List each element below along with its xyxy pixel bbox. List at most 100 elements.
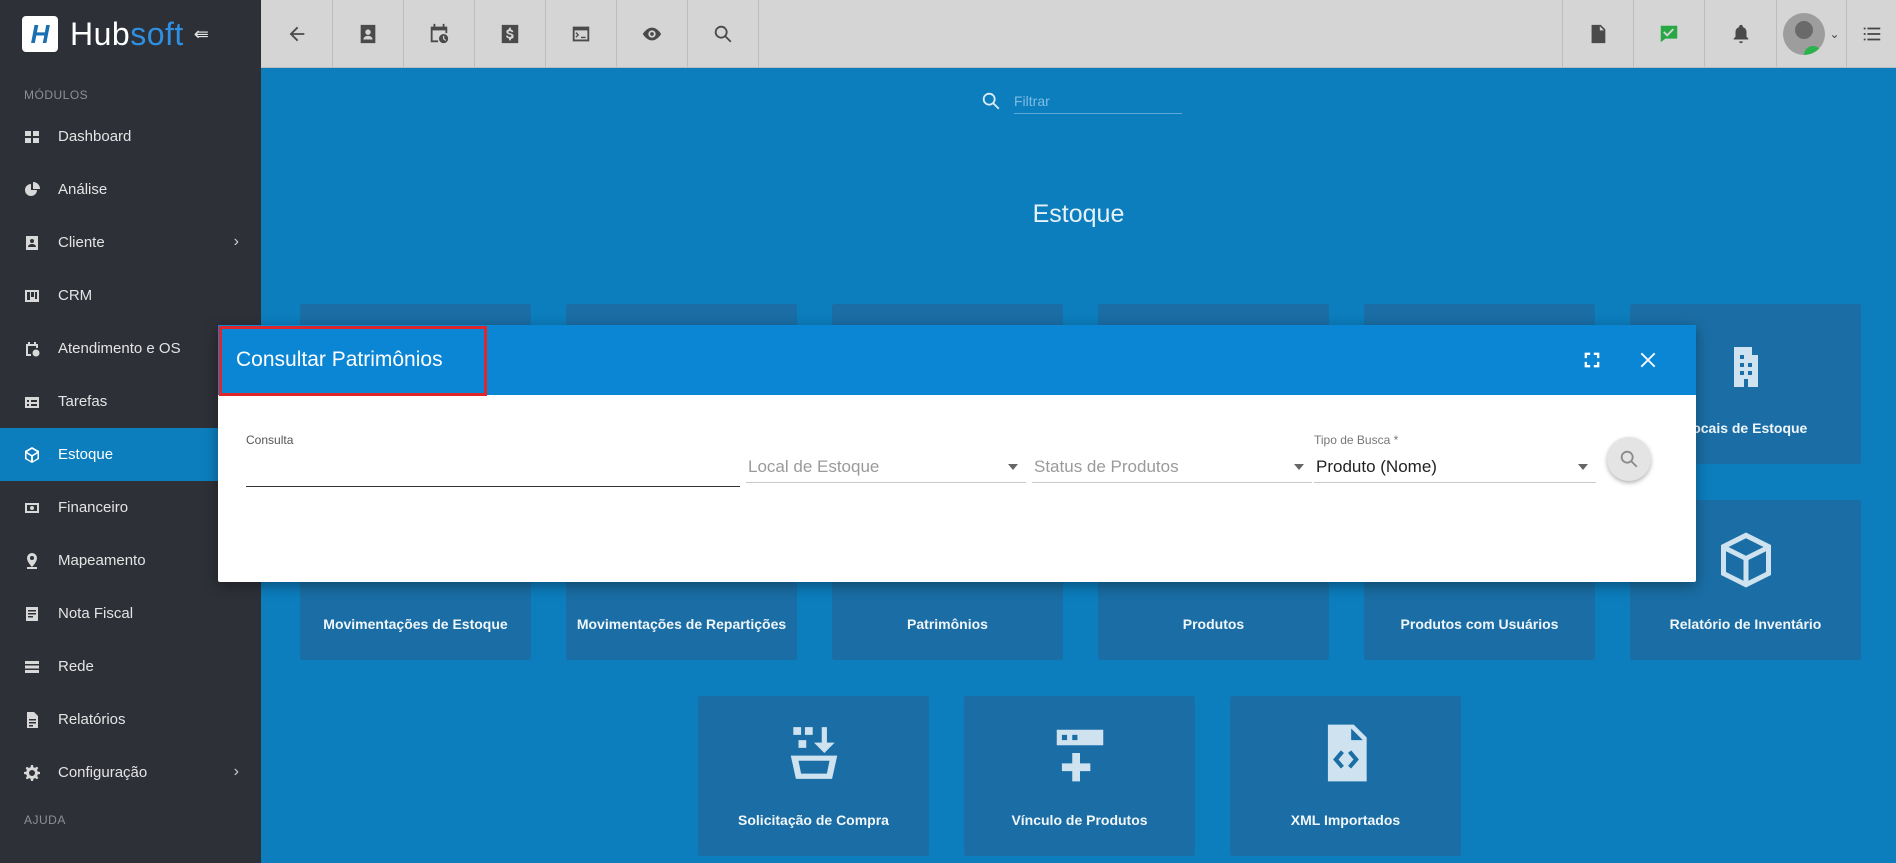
- sidebar-item-crm[interactable]: CRM: [0, 269, 261, 322]
- code-file-icon: [1230, 722, 1461, 784]
- eye-icon: [642, 27, 662, 41]
- view-button[interactable]: [617, 0, 688, 68]
- chevron-down-icon: ⌄: [1829, 27, 1840, 41]
- sidebar-item-label: Configuração: [58, 764, 148, 781]
- online-status-indicator: [1804, 46, 1823, 55]
- sidebar-item-relatorios[interactable]: Relatórios: [0, 693, 261, 746]
- pie-chart-icon: [24, 181, 40, 198]
- contact-card-icon: [360, 24, 376, 44]
- fullscreen-button[interactable]: [1579, 347, 1605, 373]
- notifications-button[interactable]: [1705, 0, 1776, 68]
- tipo-de-busca-field: Tipo de Busca * Produto (Nome): [1314, 433, 1596, 483]
- fullscreen-icon: [1584, 352, 1600, 368]
- status-de-produtos-placeholder: Status de Produtos: [1034, 456, 1179, 476]
- close-icon: [1640, 352, 1656, 368]
- sidebar-item-configuracao[interactable]: Configuração ›: [0, 746, 261, 799]
- pdf-button[interactable]: [1563, 0, 1634, 68]
- avatar: [1783, 13, 1826, 55]
- options-menu-button[interactable]: [1846, 0, 1896, 67]
- sidebar-item-rede[interactable]: Rede: [0, 640, 261, 693]
- page-title: Estoque: [1032, 200, 1125, 228]
- back-button[interactable]: [261, 0, 333, 68]
- pdf-icon: [1591, 24, 1606, 44]
- top-bar-spacer: [759, 0, 1563, 67]
- sidebar-item-label: Tarefas: [58, 393, 108, 410]
- dollar-icon: [501, 24, 519, 44]
- gear-icon: [24, 764, 40, 781]
- money-icon: [24, 500, 40, 516]
- local-de-estoque-field: Local de Estoque: [746, 451, 1026, 483]
- logo[interactable]: H Hubsoft ⇚: [0, 0, 261, 68]
- sidebar-item-analise[interactable]: Análise: [0, 163, 261, 216]
- sidebar-item-label: Dashboard: [58, 128, 132, 145]
- list-menu-icon: [1863, 27, 1880, 40]
- search-button[interactable]: [688, 0, 759, 68]
- tasks-icon: [24, 394, 40, 410]
- chevron-right-icon: ›: [233, 763, 239, 780]
- status-de-produtos-field: Status de Produtos: [1032, 451, 1312, 483]
- dialog-header: Consultar Patrimônios: [218, 325, 1696, 396]
- sidebar-item-label: Estoque: [58, 446, 114, 463]
- calendar-clock-icon: [430, 23, 449, 44]
- filter-bar: [980, 88, 1182, 114]
- back-arrow-icon: [289, 26, 304, 42]
- tile-vinculo-de-produtos[interactable]: Vínculo de Produtos: [964, 696, 1195, 856]
- status-de-produtos-select[interactable]: Status de Produtos: [1032, 451, 1312, 483]
- clients-button[interactable]: [333, 0, 404, 68]
- sidebar-item-label: Nota Fiscal: [58, 605, 134, 622]
- box-icon: [24, 446, 40, 463]
- local-de-estoque-select[interactable]: Local de Estoque: [746, 451, 1026, 483]
- section-label-help: AJUDA: [24, 813, 66, 827]
- dropdown-arrow-icon: [1008, 463, 1018, 470]
- sidebar-item-label: Cliente: [58, 234, 105, 251]
- user-menu[interactable]: ⌄: [1776, 0, 1846, 68]
- invoice-icon: [24, 606, 40, 622]
- logo-mark: H: [22, 16, 58, 52]
- consulta-input[interactable]: [246, 455, 740, 487]
- search-icon: [714, 25, 732, 43]
- schedule-button[interactable]: [404, 0, 475, 68]
- tipo-de-busca-select[interactable]: Produto (Nome): [1314, 451, 1596, 483]
- sidebar-item-label: Financeiro: [58, 499, 129, 516]
- sidebar-item-dashboard[interactable]: Dashboard: [0, 110, 261, 163]
- finance-button[interactable]: [475, 0, 546, 68]
- search-icon: [1620, 450, 1638, 468]
- calendar-clock-icon: [24, 341, 40, 357]
- dropdown-arrow-icon: [1578, 463, 1588, 470]
- terminal-button[interactable]: [546, 0, 617, 68]
- kanban-icon: [24, 288, 40, 304]
- search-submit-button[interactable]: [1607, 437, 1651, 481]
- sidebar-item-label: Relatórios: [58, 711, 126, 728]
- close-button[interactable]: [1635, 347, 1661, 373]
- map-pin-icon: [24, 552, 40, 569]
- chat-check-icon: [1660, 25, 1678, 43]
- basket-download-icon: [698, 722, 929, 784]
- consultar-patrimonios-dialog: Consultar Patrimônios Consulta Local de …: [218, 325, 1696, 582]
- local-de-estoque-placeholder: Local de Estoque: [748, 456, 880, 476]
- server-add-icon: [964, 722, 1195, 784]
- collapse-sidebar-icon[interactable]: ⇚: [194, 24, 209, 45]
- sidebar-item-label: Rede: [58, 658, 94, 675]
- filter-input[interactable]: [1014, 88, 1182, 114]
- tile-solicitacao-de-compra[interactable]: Solicitação de Compra: [698, 696, 929, 856]
- sidebar-item-label: Análise: [58, 181, 108, 198]
- search-icon: [982, 92, 1000, 110]
- sidebar-item-label: Mapeamento: [58, 552, 146, 569]
- contact-card-icon: [24, 235, 40, 251]
- bell-icon: [1733, 24, 1748, 44]
- tipo-de-busca-value: Produto (Nome): [1316, 456, 1437, 476]
- logo-text: Hubsoft: [70, 15, 184, 52]
- sidebar-item-nota-fiscal[interactable]: Nota Fiscal: [0, 587, 261, 640]
- tipo-de-busca-label: Tipo de Busca *: [1314, 433, 1399, 447]
- top-bar: ⌄: [261, 0, 1896, 68]
- sidebar-item-cliente[interactable]: Cliente ›: [0, 216, 261, 269]
- title-highlight-box: [219, 326, 487, 396]
- server-icon: [24, 659, 40, 675]
- section-label-modules: MÓDULOS: [24, 88, 89, 102]
- dropdown-arrow-icon: [1294, 463, 1304, 470]
- chevron-right-icon: ›: [233, 233, 239, 250]
- report-icon: [24, 711, 40, 728]
- tile-xml-importados[interactable]: XML Importados: [1230, 696, 1461, 856]
- chat-button[interactable]: [1634, 0, 1705, 68]
- dashboard-icon: [24, 129, 40, 145]
